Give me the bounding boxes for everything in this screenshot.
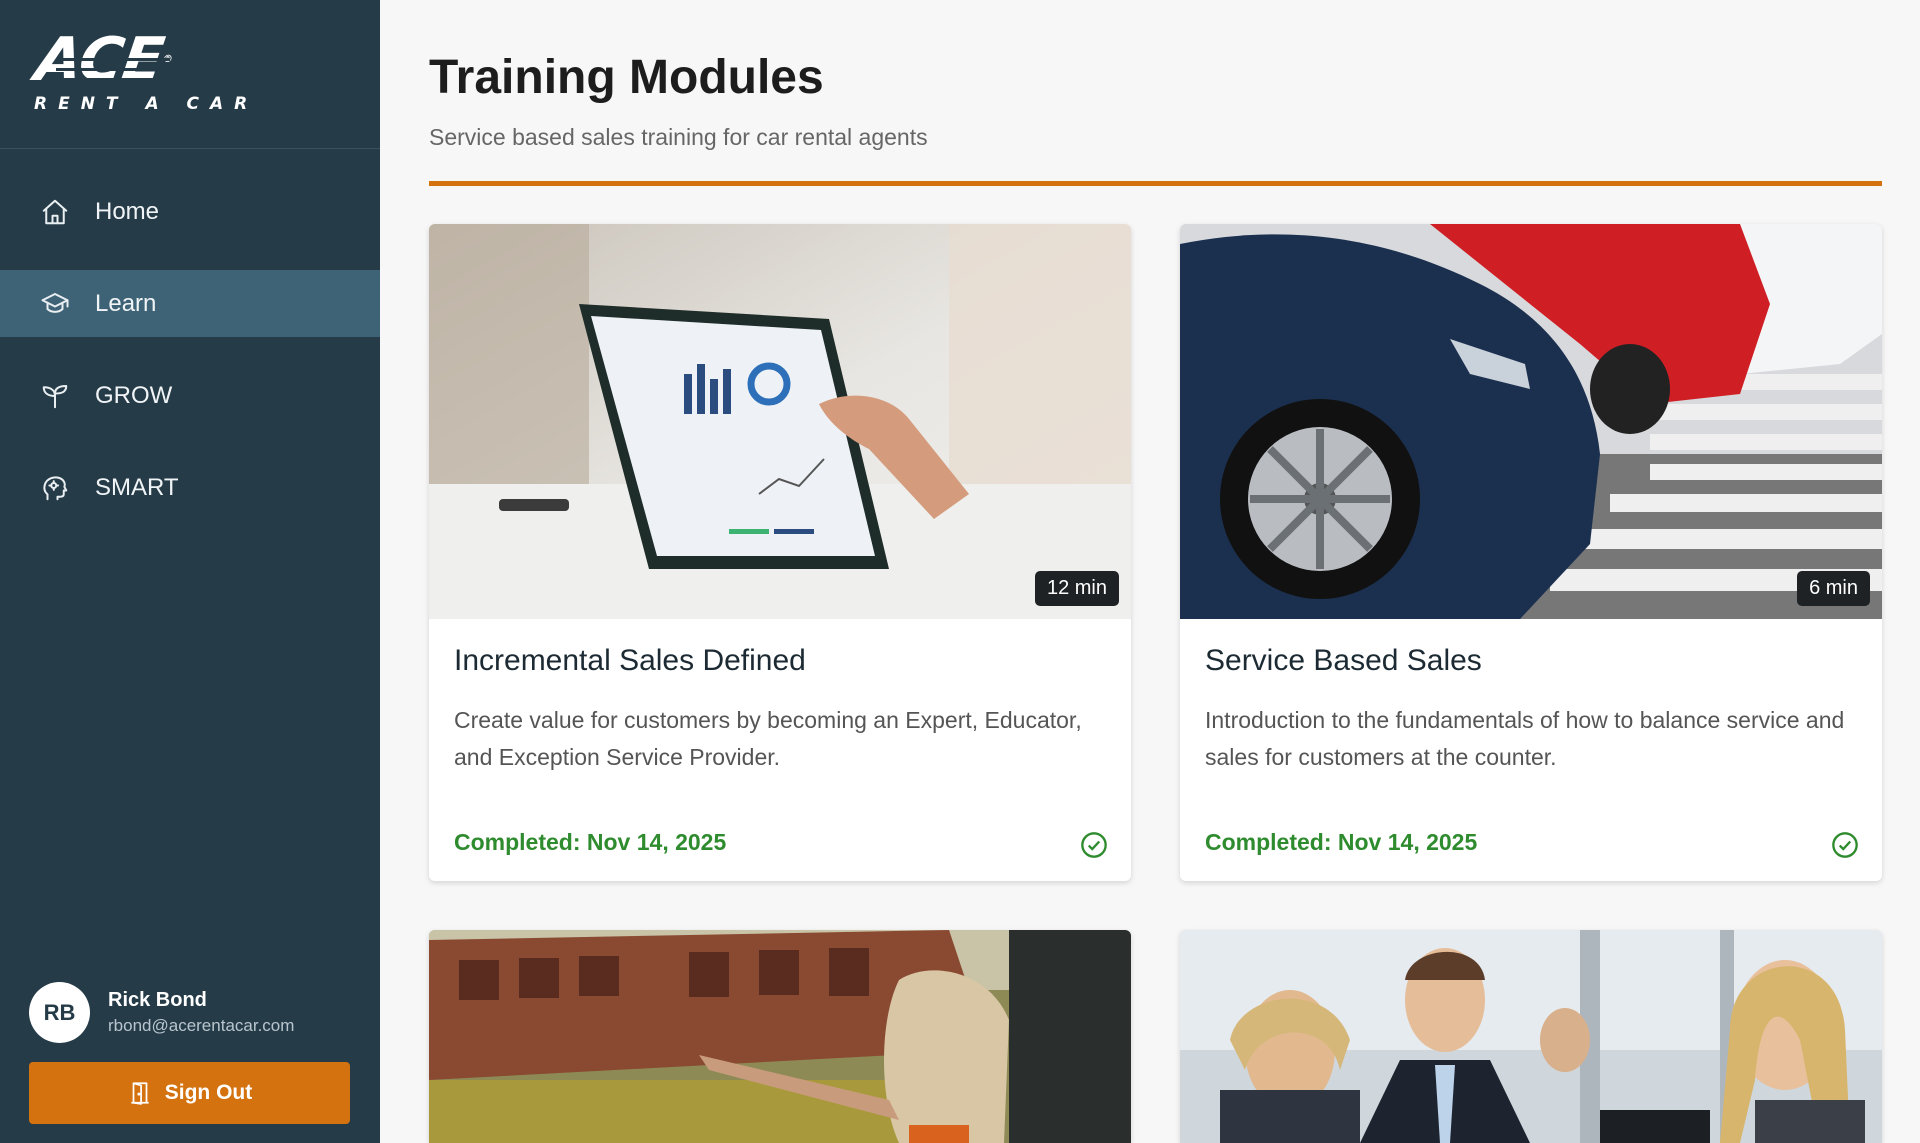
- logo-subtitle: RENT A CAR: [34, 94, 259, 114]
- sign-out-button[interactable]: Sign Out: [29, 1062, 350, 1124]
- sidebar-item-label: Learn: [95, 289, 157, 317]
- module-description: Create value for customers by becoming a…: [454, 707, 1082, 770]
- parked-cars-image: [1180, 224, 1882, 619]
- user-name: Rick Bond: [108, 989, 207, 1011]
- rental-counter-image: [1180, 930, 1882, 1143]
- duration-badge: 12 min: [1034, 571, 1119, 606]
- sidebar-item-grow[interactable]: GROW: [0, 362, 380, 429]
- sidebar-item-home[interactable]: Home: [0, 178, 380, 245]
- module-thumbnail: [429, 930, 1131, 1143]
- completion-status: Completed: Nov 14, 2025: [454, 829, 727, 855]
- graduation-cap-icon: [41, 292, 69, 313]
- page-subtitle: Service based sales training for car ren…: [429, 124, 928, 150]
- sidebar-item-learn[interactable]: Learn: [0, 270, 380, 337]
- page-title: Training Modules: [429, 51, 824, 104]
- module-card[interactable]: [1180, 930, 1882, 1143]
- module-thumbnail: [1180, 930, 1882, 1143]
- sign-out-label: Sign Out: [164, 1081, 253, 1104]
- brain-head-icon: [43, 475, 68, 500]
- module-title: Service Based Sales: [1205, 644, 1482, 677]
- title-divider: [429, 181, 1882, 186]
- sidebar-item-label: Home: [95, 197, 160, 225]
- sprout-icon: [42, 384, 68, 408]
- sidebar-nav: Home Learn GROW SMART: [0, 178, 380, 546]
- module-description: Introduction to the fundamentals of how …: [1205, 707, 1845, 770]
- sidebar: ACE® RENT A CAR Home Learn GROW SMART RB…: [0, 0, 380, 1143]
- sidebar-item-label: SMART: [95, 473, 179, 501]
- module-thumbnail: 6 min: [1180, 224, 1882, 619]
- home-icon: [42, 199, 68, 224]
- user-profile: RB Rick Bond rbond@acerentacar.com: [29, 982, 294, 1043]
- module-title: Incremental Sales Defined: [454, 644, 806, 677]
- sidebar-item-label: GROW: [95, 381, 173, 409]
- duration-badge: 6 min: [1797, 571, 1870, 606]
- tablet-dashboard-image: [429, 224, 1131, 619]
- brand-logo[interactable]: ACE® RENT A CAR: [0, 0, 380, 149]
- check-circle-icon: [1832, 832, 1858, 858]
- module-card[interactable]: [429, 930, 1131, 1143]
- user-email: rbond@acerentacar.com: [108, 1016, 295, 1035]
- sidebar-item-smart[interactable]: SMART: [0, 454, 380, 521]
- avatar: RB: [29, 982, 90, 1043]
- module-card[interactable]: 12 min Incremental Sales Defined Create …: [429, 224, 1131, 881]
- door-exit-icon: [131, 1082, 149, 1105]
- train-window-image: [429, 930, 1131, 1143]
- check-circle-icon: [1081, 832, 1107, 858]
- module-thumbnail: 12 min: [429, 224, 1131, 619]
- main-content: Training Modules Service based sales tra…: [380, 0, 1920, 1143]
- completion-status: Completed: Nov 14, 2025: [1205, 829, 1478, 855]
- module-card[interactable]: 6 min Service Based Sales Introduction t…: [1180, 224, 1882, 881]
